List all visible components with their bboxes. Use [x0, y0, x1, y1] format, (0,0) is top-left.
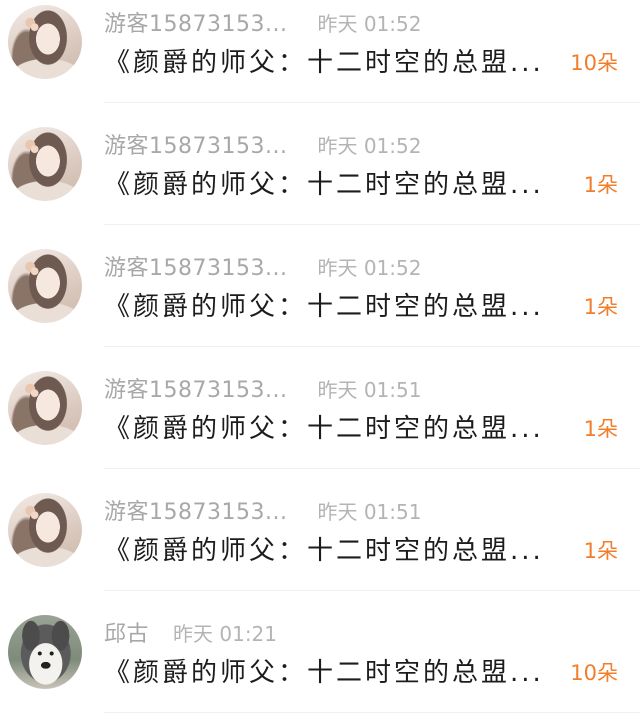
avatar[interactable]	[8, 249, 82, 323]
record-meta: 游客15873153... 昨天 01:52	[104, 128, 422, 160]
record-meta: 游客15873153... 昨天 01:52	[104, 250, 422, 282]
timestamp: 昨天 01:52	[317, 255, 422, 280]
timestamp: 昨天 01:21	[173, 621, 278, 646]
flower-count: 1朵	[583, 417, 618, 441]
username[interactable]: 游客15873153...	[104, 6, 287, 38]
username[interactable]: 游客15873153...	[104, 372, 287, 404]
flower-count: 1朵	[583, 173, 618, 197]
list-item[interactable]: 游客15873153... 昨天 01:52 《颜爵的师父：十二时空的总盟...…	[0, 225, 640, 347]
flower-count: 1朵	[583, 295, 618, 319]
username[interactable]: 游客15873153...	[104, 250, 287, 282]
avatar[interactable]	[8, 493, 82, 567]
username[interactable]: 游客15873153...	[104, 494, 287, 526]
record-meta: 邱古 昨天 01:21	[104, 616, 278, 648]
record-meta: 游客15873153... 昨天 01:51	[104, 372, 422, 404]
book-title: 《颜爵的师父：十二时空的总盟...	[104, 414, 544, 444]
book-title: 《颜爵的师父：十二时空的总盟...	[104, 292, 544, 322]
flower-count: 10朵	[570, 51, 618, 75]
timestamp: 昨天 01:52	[317, 133, 422, 158]
avatar[interactable]	[8, 615, 82, 689]
list-item[interactable]: 游客15873153... 昨天 01:51 《颜爵的师父：十二时空的总盟...…	[0, 469, 640, 591]
flower-count: 10朵	[570, 661, 618, 685]
list-item[interactable]: 游客15873153... 昨天 01:51 《颜爵的师父：十二时空的总盟...…	[0, 347, 640, 469]
book-title: 《颜爵的师父：十二时空的总盟...	[104, 536, 544, 566]
avatar[interactable]	[8, 5, 82, 79]
timestamp: 昨天 01:51	[317, 377, 422, 402]
flower-count: 1朵	[583, 539, 618, 563]
book-title: 《颜爵的师父：十二时空的总盟...	[104, 170, 544, 200]
gift-record-list: 游客15873153... 昨天 01:52 《颜爵的师父：十二时空的总盟...…	[0, 0, 640, 713]
list-item[interactable]: 邱古 昨天 01:21 《颜爵的师父：十二时空的总盟... 10朵	[0, 591, 640, 713]
list-item[interactable]: 游客15873153... 昨天 01:52 《颜爵的师父：十二时空的总盟...…	[0, 103, 640, 225]
record-meta: 游客15873153... 昨天 01:51	[104, 494, 422, 526]
timestamp: 昨天 01:51	[317, 499, 422, 524]
avatar[interactable]	[8, 127, 82, 201]
avatar[interactable]	[8, 371, 82, 445]
record-meta: 游客15873153... 昨天 01:52	[104, 6, 422, 38]
book-title: 《颜爵的师父：十二时空的总盟...	[104, 658, 544, 688]
list-item[interactable]: 游客15873153... 昨天 01:52 《颜爵的师父：十二时空的总盟...…	[0, 0, 640, 103]
book-title: 《颜爵的师父：十二时空的总盟...	[104, 48, 544, 78]
timestamp: 昨天 01:52	[317, 11, 422, 36]
username[interactable]: 邱古	[104, 616, 149, 648]
username[interactable]: 游客15873153...	[104, 128, 287, 160]
